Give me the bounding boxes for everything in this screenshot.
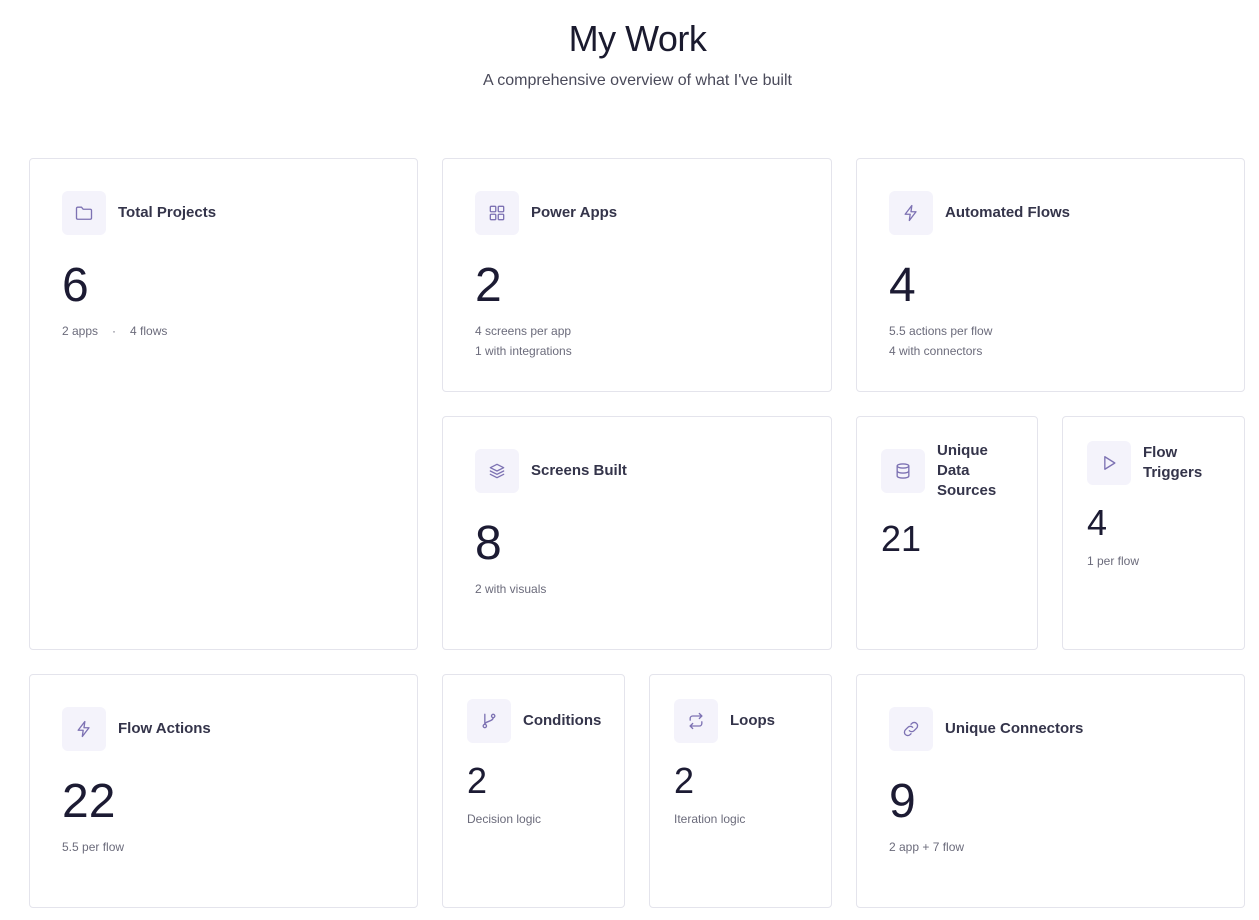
card-title-line: Data xyxy=(937,462,970,479)
stat-detail: 2 apps · 4 flows xyxy=(62,321,167,341)
grid-icon xyxy=(475,191,519,235)
folder-icon xyxy=(62,191,106,235)
unique-connectors-card: Unique Connectors 9 2 app + 7 flow xyxy=(856,674,1245,908)
flows-count: 4 flows xyxy=(130,324,168,338)
card-title: Loops xyxy=(730,712,775,729)
stat-detail: 4 screens per app xyxy=(475,324,572,338)
card-title: Unique Connectors xyxy=(945,720,1084,737)
flow-actions-card: Flow Actions 22 5.5 per flow xyxy=(29,674,418,908)
layers-icon xyxy=(475,449,519,493)
conditions-card: Conditions 2 Decision logic xyxy=(442,674,625,908)
unique-data-sources-card: Unique Data Sources 21 xyxy=(856,416,1038,650)
total-projects-card: Total Projects 6 2 apps · 4 flows xyxy=(29,158,418,650)
stat-value: 6 xyxy=(62,259,89,312)
stat-detail: Iteration logic xyxy=(674,812,746,826)
stat-value: 2 xyxy=(674,760,695,801)
card-title-line: Unique xyxy=(937,442,988,459)
page-title: My Work xyxy=(568,18,707,59)
separator-dot: · xyxy=(112,324,117,338)
page-subtitle: A comprehensive overview of what I've bu… xyxy=(483,72,792,89)
card-title: Screens Built xyxy=(531,462,627,479)
card-title: Flow Actions xyxy=(118,720,211,737)
loops-card: Loops 2 Iteration logic xyxy=(649,674,832,908)
power-apps-card: Power Apps 2 4 screens per app 1 with in… xyxy=(442,158,832,392)
stat-detail: Decision logic xyxy=(467,812,542,826)
apps-count: 2 apps xyxy=(62,324,99,338)
card-title: Flow Triggers xyxy=(1143,443,1202,483)
link-icon xyxy=(889,707,933,751)
flow-triggers-card: Flow Triggers 4 1 per flow xyxy=(1062,416,1245,650)
stat-value: 21 xyxy=(881,518,922,559)
stat-value: 4 xyxy=(889,259,916,312)
stat-detail: 5.5 per flow xyxy=(62,840,125,854)
stat-value: 2 xyxy=(467,760,488,801)
lightning-icon xyxy=(62,707,106,751)
stat-value: 8 xyxy=(475,517,502,570)
card-title: Total Projects xyxy=(118,204,217,221)
branch-icon xyxy=(467,699,511,743)
card-title-line: Triggers xyxy=(1143,464,1203,481)
card-title: Conditions xyxy=(523,712,602,729)
card-title: Automated Flows xyxy=(945,204,1071,221)
stat-detail: 4 with connectors xyxy=(889,344,983,358)
card-title: Power Apps xyxy=(531,204,618,221)
screens-built-card: Screens Built 8 2 with visuals xyxy=(442,416,832,650)
stat-value: 2 xyxy=(475,259,502,312)
automated-flows-card: Automated Flows 4 5.5 actions per flow 4… xyxy=(856,158,1245,392)
stat-value: 4 xyxy=(1087,502,1108,543)
stat-detail: 1 with integrations xyxy=(475,344,572,358)
stat-detail: 2 with visuals xyxy=(475,582,547,596)
repeat-icon xyxy=(674,699,718,743)
lightning-icon xyxy=(889,191,933,235)
stat-detail: 1 per flow xyxy=(1087,554,1140,568)
stat-detail: 2 app + 7 flow xyxy=(889,840,965,854)
play-icon xyxy=(1087,441,1131,485)
card-title: Unique Data Sources xyxy=(937,441,996,501)
card-title-line: Flow xyxy=(1143,444,1178,461)
card-title-line: Sources xyxy=(937,482,997,499)
stat-value: 9 xyxy=(889,775,916,828)
database-icon xyxy=(881,449,925,493)
stat-detail: 5.5 actions per flow xyxy=(889,324,993,338)
stat-value: 22 xyxy=(62,775,116,828)
